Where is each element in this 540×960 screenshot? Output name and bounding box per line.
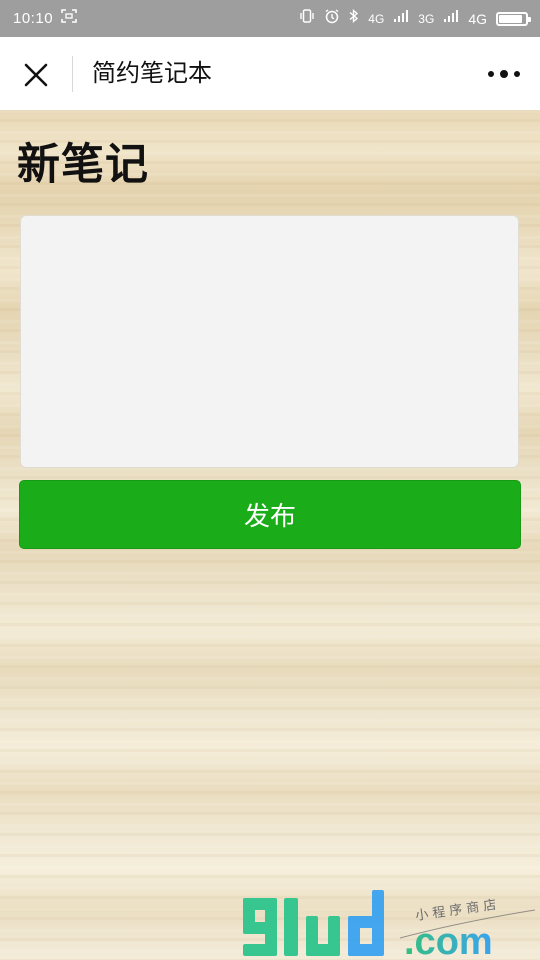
status-left: 10:10 — [13, 9, 77, 28]
signal-icon-1 — [393, 9, 409, 28]
svg-text:.com: .com — [404, 921, 493, 960]
status-right: 4G 3G 4G — [299, 8, 531, 29]
watermark-logo: .com 小 程 序 商 店 — [240, 888, 540, 960]
vibrate-icon — [299, 8, 315, 29]
signal-icon-2 — [443, 9, 459, 28]
alarm-icon — [324, 8, 340, 29]
network-type-1: 4G — [368, 11, 385, 26]
battery-icon — [496, 11, 531, 26]
page-title: 新笔记 — [17, 140, 149, 190]
network-type: 4G — [468, 10, 487, 27]
more-dots-icon — [488, 70, 520, 78]
nav-title: 简约笔记本 — [92, 59, 212, 87]
screenshot-icon — [61, 9, 77, 28]
status-bar: 10:10 4G 3G 4G — [0, 0, 540, 37]
publish-button[interactable]: 发布 — [19, 480, 521, 549]
nav-divider — [72, 56, 73, 92]
network-type-2: 3G — [418, 11, 435, 26]
content-area: 新笔记 发布 — [0, 110, 540, 960]
close-icon — [24, 63, 48, 87]
battery-fill — [499, 14, 523, 23]
note-textarea[interactable] — [20, 215, 519, 468]
bluetooth-icon — [349, 8, 359, 29]
more-button[interactable] — [487, 65, 521, 83]
close-button[interactable] — [17, 57, 55, 93]
nav-bar: 简约笔记本 — [0, 37, 540, 110]
status-time: 10:10 — [13, 10, 54, 27]
